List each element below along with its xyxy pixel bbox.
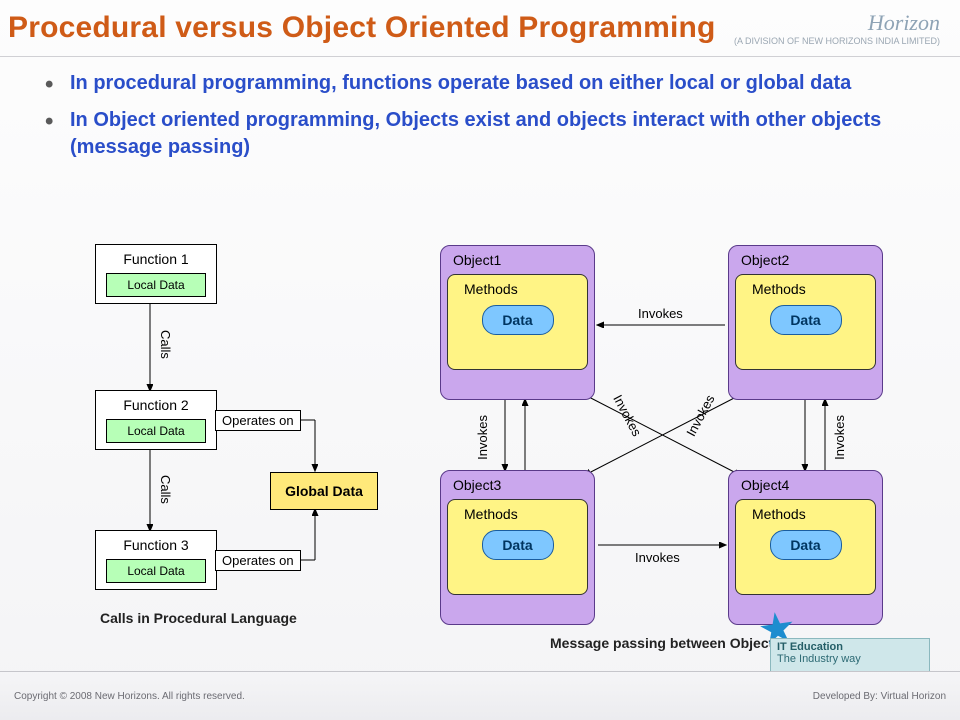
local-data-box: Local Data — [106, 419, 206, 443]
copyright-text: Copyright © 2008 New Horizons. All right… — [14, 691, 245, 702]
diagram-caption: Message passing between Objects — [550, 635, 781, 651]
edge-label: Invokes — [475, 415, 490, 460]
function-box: Function 3 Local Data — [95, 530, 217, 590]
edge-label: Invokes — [832, 415, 847, 460]
local-data-box: Local Data — [106, 273, 206, 297]
oop-diagram: Object1 MethodsData Object2 MethodsData … — [420, 240, 940, 650]
diagram-caption: Calls in Procedural Language — [100, 610, 297, 626]
global-data-box: Global Data — [270, 472, 378, 510]
function-box: Function 2 Local Data — [95, 390, 217, 450]
edge-label: Operates on — [215, 550, 301, 571]
object-box: Object3 MethodsData — [440, 470, 595, 625]
data-pill: Data — [482, 530, 554, 560]
data-pill: Data — [770, 305, 842, 335]
object-box: Object2 MethodsData — [728, 245, 883, 400]
bullet-item: In Object oriented programming, Objects … — [40, 107, 920, 161]
edge-label: Calls — [158, 475, 173, 504]
object-box: Object4 MethodsData — [728, 470, 883, 625]
function-box: Function 1 Local Data — [95, 244, 217, 304]
edge-label: Calls — [158, 330, 173, 359]
procedural-diagram: Function 1 Local Data Function 2 Local D… — [40, 240, 420, 650]
local-data-box: Local Data — [106, 559, 206, 583]
developed-by-text: Developed By: Virtual Horizon — [813, 691, 946, 702]
slide-title: Procedural versus Object Oriented Progra… — [0, 11, 716, 45]
brand-logo: Horizon (A DIVISION OF NEW HORIZONS INDI… — [734, 10, 940, 46]
bullet-item: In procedural programming, functions ope… — [40, 70, 920, 97]
edge-label: Invokes — [638, 306, 683, 321]
edge-label: Invokes — [635, 550, 680, 565]
bullet-list: In procedural programming, functions ope… — [40, 70, 920, 161]
object-box: Object1 MethodsData — [440, 245, 595, 400]
slide-footer: Copyright © 2008 New Horizons. All right… — [0, 671, 960, 720]
data-pill: Data — [482, 305, 554, 335]
data-pill: Data — [770, 530, 842, 560]
edge-label: Operates on — [215, 410, 301, 431]
